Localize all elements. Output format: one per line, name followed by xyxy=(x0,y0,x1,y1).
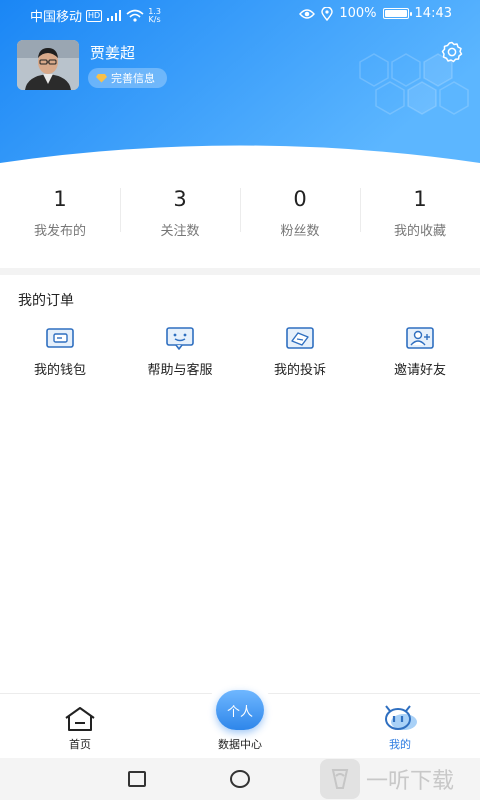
avatar[interactable] xyxy=(17,40,79,90)
my-orders-title: 我的订单 xyxy=(18,293,74,309)
stat-label: 粉丝数 xyxy=(280,224,320,239)
stat-value: 0 xyxy=(293,187,307,211)
stat-following[interactable]: 3 关注数 xyxy=(120,180,240,244)
complaint-icon xyxy=(286,327,314,349)
stat-value: 1 xyxy=(413,187,427,211)
invite-friend-icon xyxy=(406,327,434,349)
diamond-icon xyxy=(96,74,107,83)
network-speed: 1.3 K/s xyxy=(148,6,161,24)
personal-center-button[interactable]: 个人 xyxy=(216,690,264,730)
location-icon xyxy=(321,6,334,21)
watermark-logo-icon xyxy=(331,769,349,789)
action-label: 帮助与客服 xyxy=(147,363,213,378)
stat-favorites[interactable]: 1 我的收藏 xyxy=(360,180,480,244)
avatar-image xyxy=(17,40,79,90)
stat-value: 3 xyxy=(173,187,187,211)
battery-icon xyxy=(382,8,412,19)
stat-label: 关注数 xyxy=(160,224,200,239)
complete-info-label: 完善信息 xyxy=(111,72,155,85)
stat-followers[interactable]: 0 粉丝数 xyxy=(240,180,360,244)
mine-icon xyxy=(385,705,417,730)
watermark-text: 一听下载 xyxy=(366,769,455,794)
orders-actions: 我的钱包 帮助与客服 我的投诉 邀请好友 xyxy=(0,325,480,378)
section-divider xyxy=(0,268,480,275)
nav-home[interactable]: 首页 xyxy=(30,694,130,759)
action-label: 我的钱包 xyxy=(33,363,86,378)
profile-header: 中国移动 HD 1.3 K/s 100% 14:43 贾姜超 完善信息 xyxy=(0,0,480,175)
stat-value: 1 xyxy=(53,187,67,211)
stats-row: 1 我发布的 3 关注数 0 粉丝数 1 我的收藏 xyxy=(0,180,480,244)
stat-label: 我发布的 xyxy=(33,224,86,239)
action-label: 邀请好友 xyxy=(393,363,446,378)
nav-mine[interactable]: 我的 xyxy=(350,694,450,759)
stat-my-posts[interactable]: 1 我发布的 xyxy=(0,180,120,244)
customer-service-icon xyxy=(166,327,194,350)
my-complaint-button[interactable]: 我的投诉 xyxy=(240,325,360,378)
wallet-icon xyxy=(46,328,74,348)
settings-button[interactable] xyxy=(440,40,464,64)
clock: 14:43 xyxy=(414,6,452,21)
home-icon xyxy=(65,707,95,731)
stat-label: 我的收藏 xyxy=(393,224,446,239)
carrier-name: 中国移动 xyxy=(30,10,83,25)
complete-info-button[interactable]: 完善信息 xyxy=(88,68,167,88)
nav-data-center-label: 数据中心 xyxy=(218,738,262,751)
watermark: 一听下载 xyxy=(320,758,454,800)
gear-icon xyxy=(441,41,463,63)
signal-icon xyxy=(107,9,122,21)
action-label: 我的投诉 xyxy=(273,363,326,378)
my-wallet-button[interactable]: 我的钱包 xyxy=(0,325,120,378)
invite-friend-button[interactable]: 邀请好友 xyxy=(360,325,480,378)
watermark-logo xyxy=(320,759,360,799)
home-system-button[interactable] xyxy=(230,770,250,788)
battery-percent: 100% xyxy=(339,6,377,21)
wifi-icon xyxy=(126,9,144,22)
eye-icon xyxy=(299,8,316,19)
personal-center-label: 个人 xyxy=(226,704,253,720)
recent-apps-button[interactable] xyxy=(128,771,146,787)
help-service-button[interactable]: 帮助与客服 xyxy=(120,325,240,378)
nav-home-label: 首页 xyxy=(69,738,91,751)
nav-mine-label: 我的 xyxy=(389,738,411,751)
status-bar: 中国移动 HD 1.3 K/s 100% 14:43 xyxy=(0,0,480,28)
username: 贾姜超 xyxy=(90,44,136,62)
hd-badge: HD xyxy=(86,9,103,22)
